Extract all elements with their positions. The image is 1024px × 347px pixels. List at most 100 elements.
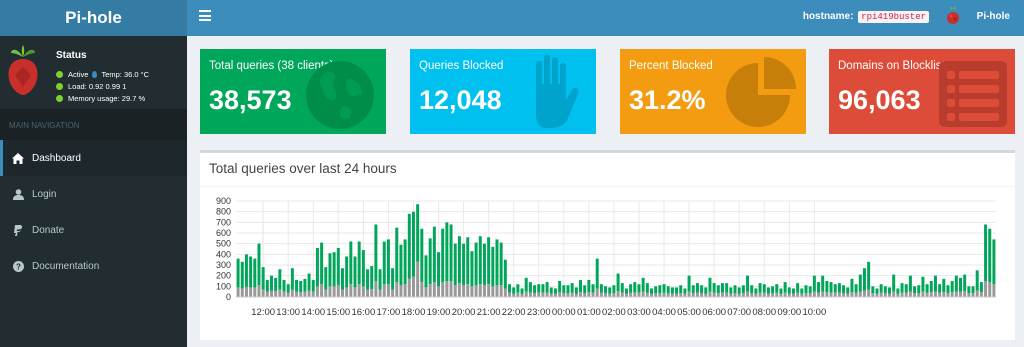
x-tick-label: 03:00	[627, 307, 651, 318]
permitted-bar	[574, 287, 578, 294]
permitted-bar	[378, 269, 382, 290]
blocked-bar	[641, 291, 645, 297]
permitted-bar	[808, 286, 812, 294]
permitted-bar	[762, 284, 766, 293]
permitted-bar	[382, 241, 386, 285]
blocked-bar	[558, 292, 562, 297]
blocked-bar	[695, 292, 699, 297]
sidebar-item-dashboard[interactable]: Dashboard	[0, 140, 187, 176]
blocked-bar	[879, 292, 883, 297]
app-logo[interactable]: Pi-hole	[0, 0, 187, 36]
permitted-bar	[829, 282, 833, 293]
sidebar-item-login[interactable]: Login	[0, 176, 187, 212]
blocked-bar	[963, 291, 967, 297]
permitted-bar	[633, 282, 637, 293]
blocked-bar	[620, 292, 624, 297]
x-tick-label: 02:00	[602, 307, 626, 318]
blocked-bar	[579, 292, 582, 297]
permitted-bar	[971, 286, 975, 294]
permitted-bar	[779, 288, 783, 294]
permitted-bar	[604, 286, 608, 294]
permitted-bar	[495, 239, 499, 286]
y-tick-label: 900	[216, 196, 231, 206]
blocked-bar	[378, 289, 382, 297]
menu-toggle-icon[interactable]	[199, 10, 211, 21]
permitted-bar	[896, 288, 900, 294]
blocked-bar	[959, 291, 962, 297]
blocked-bar	[883, 293, 887, 297]
permitted-bar	[240, 261, 244, 289]
permitted-bar	[482, 243, 486, 286]
user-menu[interactable]: Pi-hole	[945, 6, 1010, 26]
permitted-bar	[541, 284, 545, 293]
permitted-bar	[303, 278, 307, 292]
permitted-bar	[629, 284, 633, 293]
y-tick-label: 0	[226, 292, 231, 302]
permitted-bar	[474, 242, 478, 286]
permitted-bar	[391, 268, 395, 290]
sidebar-item-documentation[interactable]: ? Documentation	[0, 248, 187, 284]
permitted-bar	[783, 282, 787, 293]
blocked-bar	[725, 292, 729, 297]
stat-total-queries[interactable]: Total queries (38 clients) 38,573	[200, 49, 386, 134]
permitted-bar	[595, 258, 599, 289]
permitted-bar	[278, 269, 282, 290]
blocked-bar	[541, 292, 545, 297]
permitted-bar	[812, 275, 816, 292]
permitted-bar	[558, 281, 562, 293]
blocked-bar	[854, 292, 858, 297]
permitted-bar	[437, 252, 441, 287]
x-tick-label: 14:00	[301, 307, 325, 318]
y-tick-label: 800	[216, 207, 231, 217]
stat-queries-blocked[interactable]: Queries Blocked 12,048	[410, 49, 596, 134]
blocked-bar	[382, 284, 386, 297]
stat-label: Domains on Blocklist	[838, 60, 945, 72]
permitted-bar	[441, 228, 445, 283]
stat-domains-blocklist[interactable]: Domains on Blocklist 96,063	[829, 49, 1015, 134]
permitted-bar	[679, 285, 683, 294]
permitted-bar	[616, 273, 620, 292]
status-dot-icon	[56, 95, 63, 102]
blocked-bar	[708, 291, 712, 297]
x-tick-label: 16:00	[351, 307, 375, 318]
blocked-bar	[340, 289, 344, 297]
queries-bar-chart[interactable]: 0100200300400500600700800900 12:00 13:00 14…	[200, 153, 1015, 340]
blocked-bar	[975, 290, 979, 297]
permitted-bar	[904, 284, 908, 293]
blocked-bar	[349, 284, 353, 297]
permitted-bar	[537, 284, 541, 293]
blocked-bar	[775, 292, 779, 297]
blocked-bar	[946, 293, 950, 297]
permitted-bar	[466, 237, 470, 285]
stat-percent-blocked[interactable]: Percent Blocked 31.2%	[620, 49, 806, 134]
blocked-bar	[265, 291, 269, 297]
permitted-bar	[975, 270, 979, 291]
sidebar-item-label: Documentation	[32, 260, 100, 272]
permitted-bar	[725, 283, 729, 293]
blocked-bar	[282, 291, 286, 297]
blocked-bar	[328, 286, 332, 297]
blocked-bar	[457, 283, 461, 297]
blocked-bar	[750, 293, 754, 297]
blocked-bar	[474, 285, 478, 297]
y-tick-label: 200	[216, 271, 231, 281]
blocked-bar	[679, 293, 683, 297]
permitted-bar	[324, 267, 328, 290]
permitted-bar	[253, 258, 257, 288]
blocked-bar	[445, 281, 449, 297]
permitted-bar	[528, 282, 532, 293]
blocked-bar	[240, 288, 244, 297]
permitted-bar	[641, 277, 645, 292]
blocked-bar	[524, 291, 528, 297]
blocked-bar	[261, 289, 265, 297]
blocked-bar	[583, 293, 587, 297]
permitted-bar	[299, 281, 303, 293]
paypal-icon	[12, 224, 24, 236]
stat-value: 31.2%	[629, 85, 706, 115]
permitted-bar	[821, 275, 825, 292]
blocked-bar	[391, 289, 395, 297]
permitted-bar	[691, 285, 695, 294]
temperature-icon	[92, 71, 98, 78]
sidebar-item-donate[interactable]: Donate	[0, 212, 187, 248]
blocked-bar	[570, 292, 574, 297]
